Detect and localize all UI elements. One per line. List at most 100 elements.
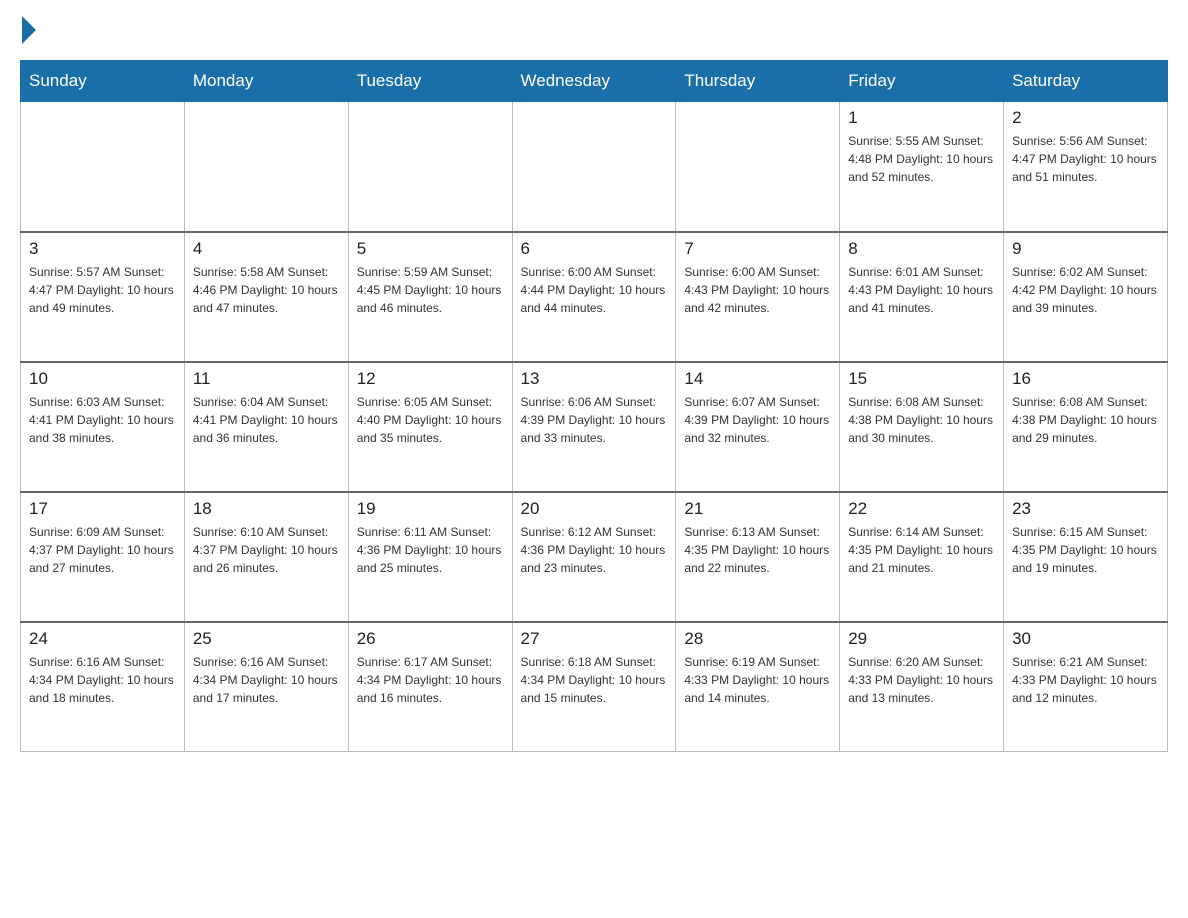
weekday-header-sunday: Sunday — [21, 61, 185, 102]
day-number: 14 — [684, 369, 831, 389]
calendar-cell: 12 Sunrise: 6:05 AM Sunset: 4:40 PM Dayli… — [348, 362, 512, 492]
weekday-header-monday: Monday — [184, 61, 348, 102]
day-info: Sunrise: 6:17 AM Sunset: 4:34 PM Dayligh… — [357, 653, 504, 707]
day-info: Sunrise: 6:09 AM Sunset: 4:37 PM Dayligh… — [29, 523, 176, 577]
day-number: 28 — [684, 629, 831, 649]
day-info: Sunrise: 6:12 AM Sunset: 4:36 PM Dayligh… — [521, 523, 668, 577]
day-number: 15 — [848, 369, 995, 389]
day-number: 5 — [357, 239, 504, 259]
logo-triangle-icon — [22, 16, 36, 44]
calendar-cell: 27 Sunrise: 6:18 AM Sunset: 4:34 PM Dayli… — [512, 622, 676, 752]
calendar-cell: 5Sunrise: 5:59 AM Sunset: 4:45 PM Daylig… — [348, 232, 512, 362]
day-info: Sunrise: 6:19 AM Sunset: 4:33 PM Dayligh… — [684, 653, 831, 707]
calendar-cell: 11Sunrise: 6:04 AM Sunset: 4:41 PM Dayli… — [184, 362, 348, 492]
calendar-cell — [676, 102, 840, 232]
calendar-cell: 9 Sunrise: 6:02 AM Sunset: 4:42 PM Daylig… — [1004, 232, 1168, 362]
day-number: 7 — [684, 239, 831, 259]
day-info: Sunrise: 6:08 AM Sunset: 4:38 PM Dayligh… — [848, 393, 995, 447]
day-info: Sunrise: 6:21 AM Sunset: 4:33 PM Dayligh… — [1012, 653, 1159, 707]
day-number: 24 — [29, 629, 176, 649]
calendar-cell: 8 Sunrise: 6:01 AM Sunset: 4:43 PM Daylig… — [840, 232, 1004, 362]
calendar-cell: 24 Sunrise: 6:16 AM Sunset: 4:34 PM Dayli… — [21, 622, 185, 752]
day-info: Sunrise: 6:00 AM Sunset: 4:44 PM Dayligh… — [521, 263, 668, 317]
calendar-week-row: 10Sunrise: 6:03 AM Sunset: 4:41 PM Dayli… — [21, 362, 1168, 492]
calendar-week-row: 3Sunrise: 5:57 AM Sunset: 4:47 PM Daylig… — [21, 232, 1168, 362]
calendar-cell: 28 Sunrise: 6:19 AM Sunset: 4:33 PM Dayli… — [676, 622, 840, 752]
day-info: Sunrise: 6:05 AM Sunset: 4:40 PM Dayligh… — [357, 393, 504, 447]
weekday-header-friday: Friday — [840, 61, 1004, 102]
day-number: 17 — [29, 499, 176, 519]
calendar-cell: 30 Sunrise: 6:21 AM Sunset: 4:33 PM Dayli… — [1004, 622, 1168, 752]
day-info: Sunrise: 6:08 AM Sunset: 4:38 PM Dayligh… — [1012, 393, 1159, 447]
day-number: 26 — [357, 629, 504, 649]
calendar-cell: 22 Sunrise: 6:14 AM Sunset: 4:35 PM Dayli… — [840, 492, 1004, 622]
day-number: 23 — [1012, 499, 1159, 519]
day-info: Sunrise: 6:14 AM Sunset: 4:35 PM Dayligh… — [848, 523, 995, 577]
calendar-cell: 15 Sunrise: 6:08 AM Sunset: 4:38 PM Dayli… — [840, 362, 1004, 492]
day-number: 4 — [193, 239, 340, 259]
day-info: Sunrise: 6:15 AM Sunset: 4:35 PM Dayligh… — [1012, 523, 1159, 577]
day-info: Sunrise: 6:16 AM Sunset: 4:34 PM Dayligh… — [29, 653, 176, 707]
day-info: Sunrise: 6:06 AM Sunset: 4:39 PM Dayligh… — [521, 393, 668, 447]
calendar-header-row: SundayMondayTuesdayWednesdayThursdayFrid… — [21, 61, 1168, 102]
day-number: 30 — [1012, 629, 1159, 649]
day-info: Sunrise: 6:20 AM Sunset: 4:33 PM Dayligh… — [848, 653, 995, 707]
weekday-header-wednesday: Wednesday — [512, 61, 676, 102]
day-number: 18 — [193, 499, 340, 519]
day-number: 22 — [848, 499, 995, 519]
calendar-cell: 13 Sunrise: 6:06 AM Sunset: 4:39 PM Dayli… — [512, 362, 676, 492]
calendar-week-row: 1 Sunrise: 5:55 AM Sunset: 4:48 PM Daylig… — [21, 102, 1168, 232]
weekday-header-tuesday: Tuesday — [348, 61, 512, 102]
calendar-cell: 3Sunrise: 5:57 AM Sunset: 4:47 PM Daylig… — [21, 232, 185, 362]
day-info: Sunrise: 6:13 AM Sunset: 4:35 PM Dayligh… — [684, 523, 831, 577]
day-info: Sunrise: 6:01 AM Sunset: 4:43 PM Dayligh… — [848, 263, 995, 317]
day-info: Sunrise: 5:55 AM Sunset: 4:48 PM Dayligh… — [848, 132, 995, 186]
day-number: 16 — [1012, 369, 1159, 389]
calendar-cell: 21 Sunrise: 6:13 AM Sunset: 4:35 PM Dayli… — [676, 492, 840, 622]
day-info: Sunrise: 6:00 AM Sunset: 4:43 PM Dayligh… — [684, 263, 831, 317]
calendar-cell: 16 Sunrise: 6:08 AM Sunset: 4:38 PM Dayli… — [1004, 362, 1168, 492]
day-number: 13 — [521, 369, 668, 389]
calendar-cell: 25 Sunrise: 6:16 AM Sunset: 4:34 PM Dayli… — [184, 622, 348, 752]
day-number: 27 — [521, 629, 668, 649]
calendar-cell: 7 Sunrise: 6:00 AM Sunset: 4:43 PM Daylig… — [676, 232, 840, 362]
day-info: Sunrise: 6:07 AM Sunset: 4:39 PM Dayligh… — [684, 393, 831, 447]
day-info: Sunrise: 6:02 AM Sunset: 4:42 PM Dayligh… — [1012, 263, 1159, 317]
calendar-cell — [348, 102, 512, 232]
day-number: 25 — [193, 629, 340, 649]
day-number: 20 — [521, 499, 668, 519]
weekday-header-thursday: Thursday — [676, 61, 840, 102]
calendar-table: SundayMondayTuesdayWednesdayThursdayFrid… — [20, 60, 1168, 752]
weekday-header-saturday: Saturday — [1004, 61, 1168, 102]
day-number: 1 — [848, 108, 995, 128]
calendar-cell: 2 Sunrise: 5:56 AM Sunset: 4:47 PM Daylig… — [1004, 102, 1168, 232]
calendar-cell: 17 Sunrise: 6:09 AM Sunset: 4:37 PM Dayli… — [21, 492, 185, 622]
calendar-cell: 14 Sunrise: 6:07 AM Sunset: 4:39 PM Dayli… — [676, 362, 840, 492]
day-number: 2 — [1012, 108, 1159, 128]
calendar-cell: 6Sunrise: 6:00 AM Sunset: 4:44 PM Daylig… — [512, 232, 676, 362]
day-info: Sunrise: 5:56 AM Sunset: 4:47 PM Dayligh… — [1012, 132, 1159, 186]
day-info: Sunrise: 6:04 AM Sunset: 4:41 PM Dayligh… — [193, 393, 340, 447]
day-info: Sunrise: 6:10 AM Sunset: 4:37 PM Dayligh… — [193, 523, 340, 577]
calendar-cell: 4 Sunrise: 5:58 AM Sunset: 4:46 PM Daylig… — [184, 232, 348, 362]
calendar-cell: 1 Sunrise: 5:55 AM Sunset: 4:48 PM Daylig… — [840, 102, 1004, 232]
day-number: 21 — [684, 499, 831, 519]
calendar-cell — [512, 102, 676, 232]
day-number: 10 — [29, 369, 176, 389]
day-info: Sunrise: 6:16 AM Sunset: 4:34 PM Dayligh… — [193, 653, 340, 707]
day-number: 12 — [357, 369, 504, 389]
day-number: 9 — [1012, 239, 1159, 259]
calendar-cell: 18 Sunrise: 6:10 AM Sunset: 4:37 PM Dayli… — [184, 492, 348, 622]
day-number: 8 — [848, 239, 995, 259]
calendar-cell — [184, 102, 348, 232]
day-info: Sunrise: 6:11 AM Sunset: 4:36 PM Dayligh… — [357, 523, 504, 577]
day-info: Sunrise: 5:58 AM Sunset: 4:46 PM Dayligh… — [193, 263, 340, 317]
calendar-cell: 26 Sunrise: 6:17 AM Sunset: 4:34 PM Dayli… — [348, 622, 512, 752]
calendar-cell: 20 Sunrise: 6:12 AM Sunset: 4:36 PM Dayli… — [512, 492, 676, 622]
day-info: Sunrise: 6:18 AM Sunset: 4:34 PM Dayligh… — [521, 653, 668, 707]
day-number: 3 — [29, 239, 176, 259]
calendar-cell: 29Sunrise: 6:20 AM Sunset: 4:33 PM Dayli… — [840, 622, 1004, 752]
calendar-cell — [21, 102, 185, 232]
calendar-week-row: 24 Sunrise: 6:16 AM Sunset: 4:34 PM Dayli… — [21, 622, 1168, 752]
logo — [20, 20, 36, 40]
